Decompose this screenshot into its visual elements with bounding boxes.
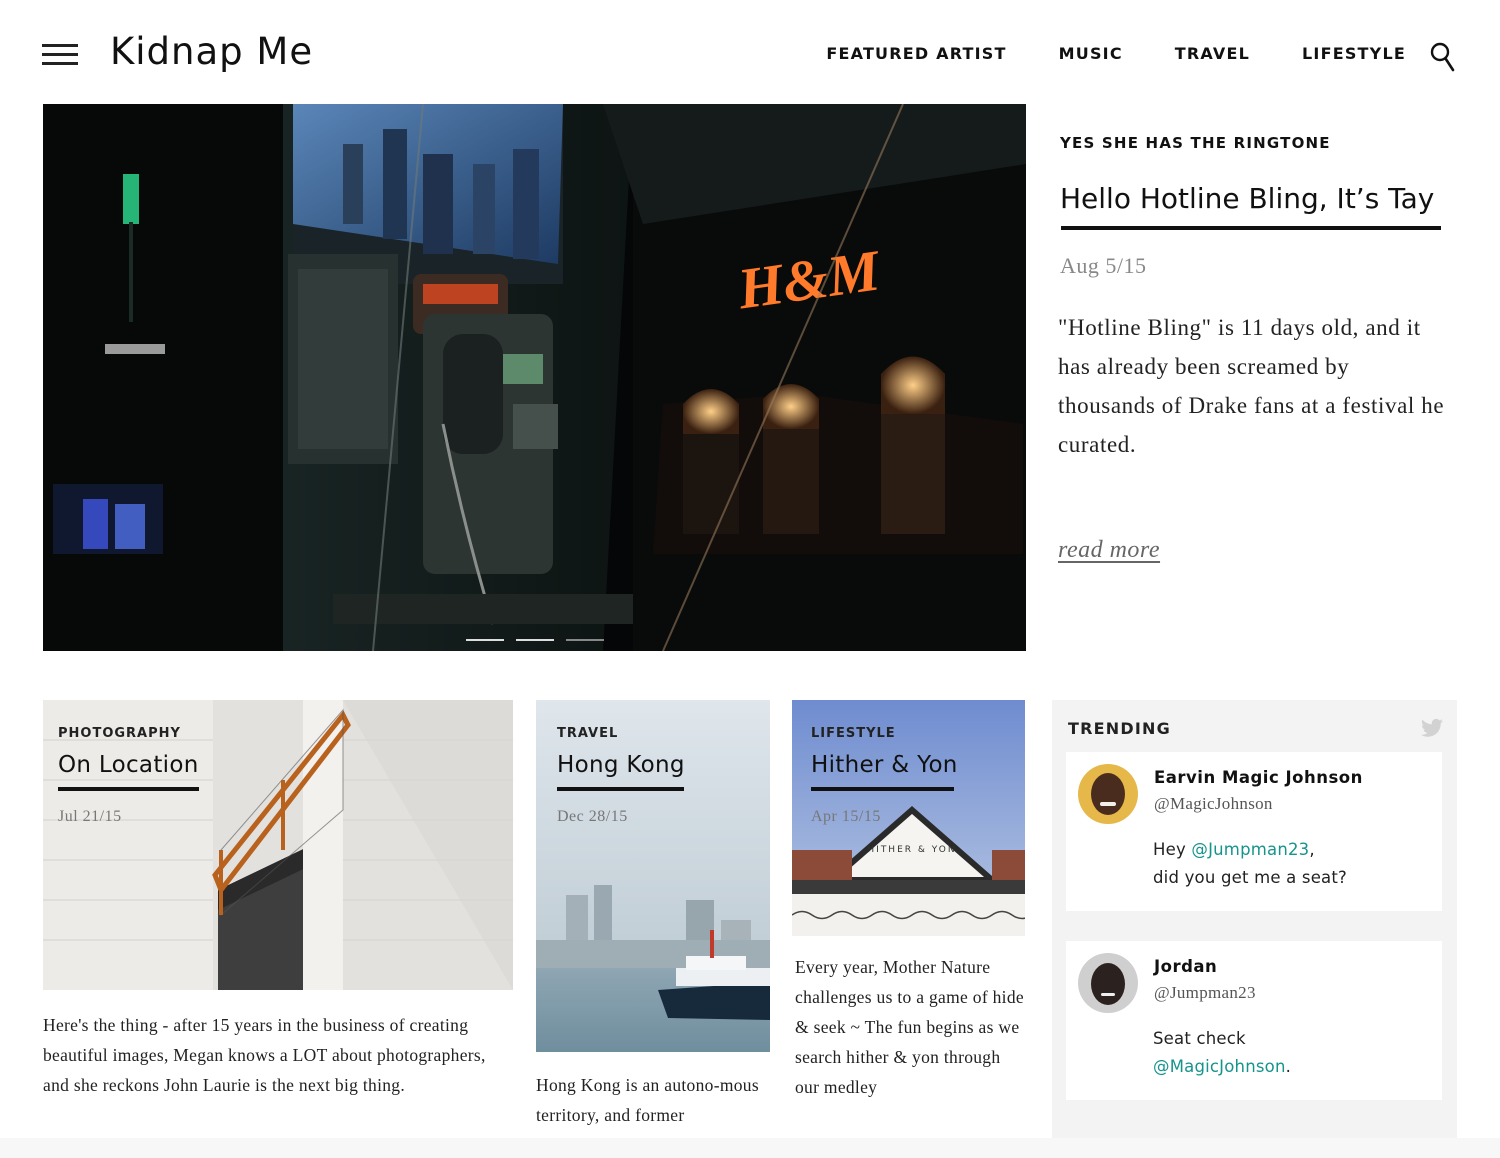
search-icon[interactable] bbox=[1430, 42, 1456, 72]
card-title[interactable]: Hong Kong bbox=[557, 752, 685, 778]
tweet-author-handle[interactable]: @Jumpman23 bbox=[1154, 983, 1256, 1003]
avatar[interactable] bbox=[1078, 953, 1138, 1013]
trending-title: TRENDING bbox=[1068, 719, 1171, 738]
slider-dot-2[interactable] bbox=[516, 639, 554, 641]
card-title[interactable]: Hither & Yon bbox=[811, 752, 958, 778]
featured-title-rule bbox=[1061, 226, 1441, 230]
twitter-bird-icon[interactable] bbox=[1421, 718, 1443, 738]
tweet-author-name[interactable]: Jordan bbox=[1154, 957, 1217, 976]
tweet-mention-link[interactable]: @MagicJohnson bbox=[1153, 1057, 1286, 1076]
card-on-location[interactable]: PHOTOGRAPHY On Location Jul 21/15 bbox=[43, 700, 513, 990]
tweet-text: Seat check @MagicJohnson. bbox=[1153, 1025, 1433, 1081]
card-title-rule bbox=[557, 787, 684, 791]
tweet-text-line2: did you get me a seat? bbox=[1153, 868, 1347, 887]
featured-date: Aug 5/15 bbox=[1060, 253, 1147, 278]
avatar[interactable] bbox=[1078, 764, 1138, 824]
card-date: Dec 28/15 bbox=[557, 808, 628, 825]
read-more-link[interactable]: read more bbox=[1058, 537, 1160, 564]
slider-dot-3[interactable] bbox=[566, 639, 604, 641]
tweet-author-handle[interactable]: @MagicJohnson bbox=[1154, 794, 1273, 814]
featured-kicker: YES SHE HAS THE RINGTONE bbox=[1060, 134, 1331, 152]
hero-slider[interactable]: H&M bbox=[43, 104, 1026, 651]
slider-dot-1[interactable] bbox=[466, 639, 504, 641]
tweet-text-suffix: , bbox=[1309, 840, 1315, 859]
hither-yon-sign: HITHER & YON bbox=[867, 845, 956, 855]
card-excerpt: Here's the thing - after 15 years in the… bbox=[43, 1015, 486, 1095]
tweet-mention-link[interactable]: @Jumpman23 bbox=[1191, 840, 1309, 859]
nav-lifestyle[interactable]: LIFESTYLE bbox=[1302, 44, 1406, 63]
card-hong-kong[interactable]: TRAVEL Hong Kong Dec 28/15 bbox=[536, 700, 770, 1052]
card-date: Apr 15/15 bbox=[811, 808, 881, 825]
slider-dots bbox=[466, 639, 604, 641]
site-logo[interactable]: Kidnap Me bbox=[110, 30, 313, 73]
tweet-text-prefix: Hey bbox=[1153, 840, 1192, 859]
tweet-author-name[interactable]: Earvin Magic Johnson bbox=[1154, 768, 1363, 787]
tweet-text: Hey @Jumpman23, did you get me a seat? bbox=[1153, 836, 1433, 892]
nav-travel[interactable]: TRAVEL bbox=[1175, 44, 1250, 63]
tweet-card[interactable]: Earvin Magic Johnson @MagicJohnson Hey @… bbox=[1066, 752, 1442, 911]
trending-panel: TRENDING Earvin Magic Johnson @MagicJohn… bbox=[1052, 700, 1457, 1138]
card-title[interactable]: On Location bbox=[58, 752, 199, 778]
card-excerpt: Hong Kong is an autono-mous territory, a… bbox=[536, 1075, 759, 1125]
nav-music[interactable]: MUSIC bbox=[1059, 44, 1123, 63]
hero-photo: H&M bbox=[43, 104, 1026, 651]
card-kicker: LIFESTYLE bbox=[811, 726, 896, 741]
tweet-text-prefix: Seat check bbox=[1153, 1029, 1246, 1048]
featured-body: "Hotline Bling" is 11 days old, and it h… bbox=[1058, 315, 1445, 457]
card-title-rule bbox=[58, 787, 199, 791]
card-kicker: TRAVEL bbox=[557, 726, 619, 741]
card-title-rule bbox=[811, 787, 954, 791]
card-hither-yon[interactable]: HITHER & YON LIFESTYLE Hither & Yon Apr … bbox=[792, 700, 1025, 936]
card-kicker: PHOTOGRAPHY bbox=[58, 726, 181, 741]
card-excerpt: Every year, Mother Nature challenges us … bbox=[795, 957, 1024, 1097]
main-nav: FEATURED ARTIST MUSIC TRAVEL LIFESTYLE bbox=[826, 44, 1406, 63]
footer-strip bbox=[0, 1138, 1500, 1158]
featured-title[interactable]: Hello Hotline Bling, It’s Tay bbox=[1060, 182, 1434, 215]
staircase-photo bbox=[43, 700, 513, 990]
tweet-text-suffix: . bbox=[1285, 1057, 1292, 1076]
nav-featured-artist[interactable]: FEATURED ARTIST bbox=[826, 44, 1006, 63]
card-date: Jul 21/15 bbox=[58, 808, 122, 825]
hamburger-menu-icon[interactable] bbox=[42, 44, 78, 66]
tweet-card[interactable]: Jordan @Jumpman23 Seat check @MagicJohnso… bbox=[1066, 941, 1442, 1100]
